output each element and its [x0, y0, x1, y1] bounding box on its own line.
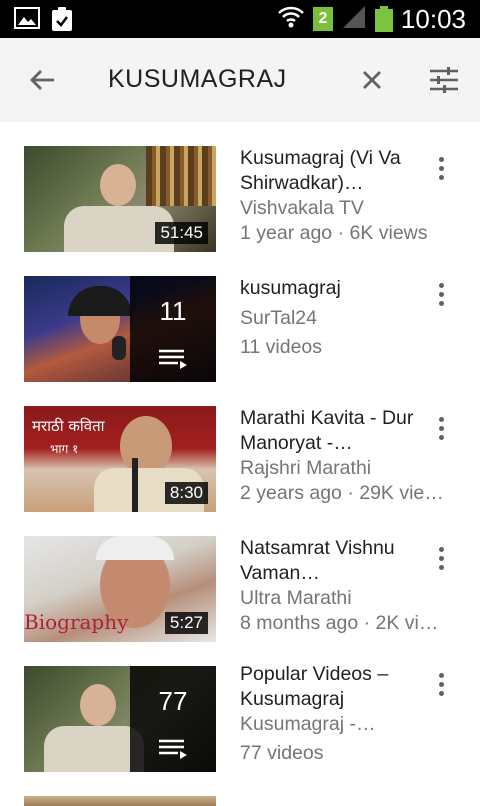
- result-title[interactable]: Natsamrat Vishnu Vaman…: [240, 536, 420, 586]
- more-options-button[interactable]: [430, 274, 452, 314]
- thumbnail-caption: भाग १: [50, 442, 79, 456]
- back-button[interactable]: [24, 62, 60, 98]
- result-meta: 1 year ago · 6K views: [240, 222, 428, 244]
- result-channel: Rajshri Marathi: [240, 457, 372, 479]
- result-item[interactable]: 77 Popular Videos – Kusumagraj Kusumagra…: [0, 663, 480, 796]
- result-meta: 77 videos: [240, 742, 324, 764]
- playlist-thumbnail[interactable]: 77: [24, 666, 216, 772]
- clock: 10:03: [400, 3, 466, 34]
- result-channel: Ultra Marathi: [240, 587, 352, 609]
- video-duration: 5:27: [164, 612, 208, 634]
- sim-badge: 2: [312, 7, 333, 31]
- status-bar: 2 10:03: [0, 0, 480, 38]
- thumbnail-caption: मराठी कविता: [32, 417, 105, 435]
- more-options-button[interactable]: [430, 664, 452, 704]
- result-channel: SurTal24: [240, 307, 317, 329]
- video-thumbnail[interactable]: 51:45: [24, 146, 216, 252]
- playlist-icon: [159, 349, 187, 369]
- playlist-icon: [159, 739, 187, 759]
- result-item[interactable]: मराठी कविता भाग १ 8:30 Marathi Kavita - …: [0, 406, 480, 536]
- close-icon: [363, 71, 381, 89]
- clear-search-button[interactable]: [356, 62, 388, 98]
- video-thumbnail[interactable]: मराठी कविता भाग १ 8:30: [24, 406, 216, 512]
- playlist-thumbnail[interactable]: 11: [24, 276, 216, 382]
- wifi-icon: [277, 5, 305, 34]
- result-title[interactable]: Marathi Kavita - Dur Manoryat -…: [240, 406, 420, 456]
- result-meta: 11 videos: [240, 336, 323, 358]
- video-thumbnail[interactable]: [24, 796, 216, 806]
- thumbnail-caption: Biography: [24, 610, 129, 634]
- battery-icon: [374, 6, 393, 32]
- result-meta: 8 months ago · 2K vi…: [240, 612, 439, 634]
- filter-sliders-icon: [430, 67, 458, 93]
- more-options-button[interactable]: [430, 538, 452, 578]
- result-channel: Kusumagraj -…: [240, 713, 376, 735]
- result-item[interactable]: 11 kusumagraj SurTal24 11 videos: [0, 276, 480, 406]
- result-title[interactable]: Popular Videos – Kusumagraj: [240, 662, 420, 712]
- playlist-count: 11: [159, 296, 187, 326]
- video-duration: 8:30: [164, 482, 208, 504]
- arrow-back-icon: [30, 70, 54, 90]
- result-item[interactable]: 51:45 Kusumagraj (Vi Va Shirwadkar)… Vis…: [0, 146, 480, 276]
- signal-icon: [341, 5, 367, 34]
- search-toolbar: KUSUMAGRAJ: [0, 38, 480, 122]
- filter-button[interactable]: [426, 62, 462, 98]
- result-title[interactable]: kusumagraj: [240, 276, 420, 301]
- more-options-button[interactable]: [430, 148, 452, 188]
- playlist-count: 77: [158, 686, 188, 716]
- clipboard-check-icon: [50, 6, 74, 37]
- more-options-button[interactable]: [430, 408, 452, 448]
- result-channel: Vishvakala TV: [240, 197, 364, 219]
- video-duration: 51:45: [155, 222, 208, 244]
- result-item[interactable]: Biography 5:27 Natsamrat Vishnu Vaman… U…: [0, 536, 480, 666]
- result-item[interactable]: [0, 796, 480, 806]
- playlist-overlay: 77: [130, 666, 216, 772]
- playlist-overlay: 11: [130, 276, 216, 382]
- gallery-icon: [14, 6, 40, 37]
- search-query[interactable]: KUSUMAGRAJ: [108, 65, 287, 94]
- result-title[interactable]: Kusumagraj (Vi Va Shirwadkar)…: [240, 146, 420, 196]
- result-meta: 2 years ago · 29K vie…: [240, 482, 444, 504]
- video-thumbnail[interactable]: Biography 5:27: [24, 536, 216, 642]
